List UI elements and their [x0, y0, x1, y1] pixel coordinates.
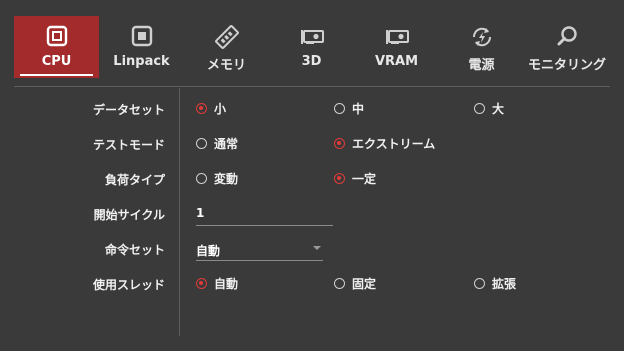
tab-label: 3D — [301, 54, 322, 69]
threads-radio-auto[interactable]: 自動 — [196, 274, 238, 292]
radio-circle — [196, 102, 207, 114]
tab-vram[interactable]: VRAM — [354, 16, 439, 78]
radio-circle — [196, 172, 207, 184]
dataset-radio-small[interactable]: 小 — [196, 99, 226, 117]
tab-label: 電源 — [468, 58, 495, 73]
radio-label: 拡張 — [492, 276, 517, 291]
tab-cpu[interactable]: CPU — [14, 16, 99, 78]
power-icon — [467, 24, 497, 50]
load-type-label: 負荷タイプ — [104, 173, 165, 187]
threads-radio-fixed[interactable]: 固定 — [334, 274, 376, 292]
radio-circle — [334, 137, 345, 149]
tab-label: モニタリング — [527, 58, 606, 73]
chevron-down-icon — [313, 246, 321, 250]
start-cycle-value: 1 — [196, 206, 205, 220]
threads-radio-extended[interactable]: 拡張 — [474, 274, 516, 292]
tab-monitoring[interactable]: モニタリング — [524, 16, 610, 78]
tab-3d[interactable]: 3D — [269, 16, 354, 78]
radio-label: 中 — [352, 101, 365, 116]
start-cycle-input[interactable]: 1 — [196, 203, 333, 226]
tab-label: メモリ — [206, 58, 246, 73]
monitoring-icon — [552, 24, 582, 50]
radio-label: 変動 — [214, 171, 239, 186]
radio-circle — [334, 277, 345, 289]
radio-circle — [334, 102, 345, 114]
radio-label: 小 — [214, 101, 227, 116]
tab-label: VRAM — [374, 54, 419, 69]
tab-bar: CPU Linpack メモリ 3D VRAM 電源 モニタリング — [14, 16, 610, 78]
load-type-radio-variable[interactable]: 変動 — [196, 169, 238, 187]
tab-memory[interactable]: メモリ — [184, 16, 269, 78]
radio-label: 固定 — [352, 276, 377, 291]
instruction-set-dropdown[interactable]: 自動 — [196, 239, 323, 261]
dataset-radio-large[interactable]: 大 — [474, 99, 504, 117]
dataset-radio-medium[interactable]: 中 — [334, 99, 364, 117]
test-mode-radio-extreme[interactable]: エクストリーム — [334, 134, 435, 152]
radio-circle — [474, 277, 485, 289]
test-mode-radio-normal[interactable]: 通常 — [196, 134, 238, 152]
tab-label: Linpack — [113, 54, 170, 69]
radio-circle — [474, 102, 485, 114]
memory-icon — [212, 24, 242, 50]
tab-linpack[interactable]: Linpack — [99, 16, 184, 78]
radio-label: 通常 — [214, 136, 239, 151]
tab-label: CPU — [41, 54, 72, 69]
radio-label: 一定 — [352, 171, 377, 186]
threads-label: 使用スレッド — [92, 278, 165, 292]
radio-label: 大 — [492, 101, 505, 116]
radio-label: 自動 — [214, 276, 239, 291]
linpack-icon — [127, 24, 157, 50]
active-tab-underline — [20, 74, 93, 76]
test-mode-label: テストモード — [92, 138, 165, 152]
instruction-set-value: 自動 — [196, 244, 221, 258]
gpu-3d-icon — [297, 24, 327, 50]
radio-circle — [334, 172, 345, 184]
vram-icon — [382, 24, 412, 50]
cpu-icon — [42, 24, 72, 50]
start-cycle-label: 開始サイクル — [93, 208, 165, 222]
dataset-label: データセット — [92, 103, 165, 117]
tab-power[interactable]: 電源 — [439, 16, 524, 78]
instruction-set-label: 命令セット — [104, 243, 165, 257]
radio-label: エクストリーム — [352, 136, 436, 151]
tab-divider — [14, 86, 610, 87]
load-type-radio-constant[interactable]: 一定 — [334, 169, 376, 187]
radio-circle — [196, 137, 207, 149]
radio-circle — [196, 277, 207, 289]
label-column-divider — [179, 88, 180, 336]
